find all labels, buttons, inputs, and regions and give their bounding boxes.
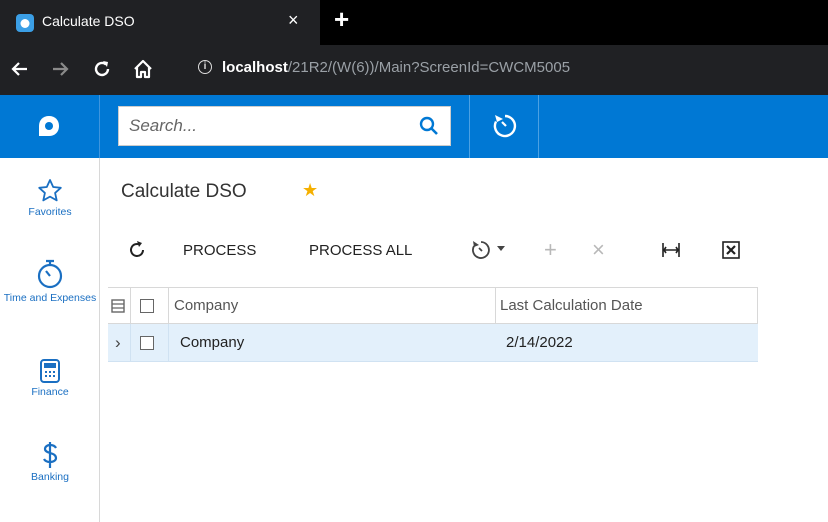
search-input[interactable] bbox=[129, 116, 409, 136]
header-divider bbox=[538, 95, 539, 158]
sidebar-item-label: Favorites bbox=[28, 206, 72, 218]
home-icon[interactable] bbox=[132, 58, 154, 80]
new-tab-icon[interactable]: + bbox=[334, 4, 349, 35]
column-separator bbox=[168, 288, 169, 323]
cell-company[interactable]: Company bbox=[180, 324, 244, 361]
app-logo-area[interactable] bbox=[0, 95, 100, 158]
close-tab-icon[interactable]: × bbox=[288, 10, 299, 31]
column-separator bbox=[168, 324, 169, 361]
browser-tab-strip: Calculate DSO × + bbox=[0, 0, 828, 45]
search-box[interactable] bbox=[118, 106, 451, 146]
process-button[interactable]: PROCESS bbox=[183, 230, 256, 270]
column-separator bbox=[130, 324, 131, 361]
sidebar-item-finance[interactable]: Finance bbox=[0, 358, 100, 398]
app-header bbox=[0, 95, 828, 158]
reload-icon[interactable] bbox=[92, 59, 112, 79]
checkbox-box bbox=[140, 298, 154, 313]
sidebar-item-banking[interactable]: Banking bbox=[0, 441, 100, 483]
sidebar-item-favorites[interactable]: Favorites bbox=[0, 178, 100, 218]
column-separator bbox=[495, 288, 496, 323]
select-all-checkbox[interactable] bbox=[140, 288, 154, 323]
page-title: Calculate DSO bbox=[121, 181, 247, 202]
chevron-down-icon[interactable] bbox=[496, 245, 506, 253]
grid-header-row: Company Last Calculation Date bbox=[108, 287, 758, 324]
forward-arrow-icon[interactable] bbox=[50, 59, 70, 79]
address-bar[interactable]: localhost/21R2/(W(6))/Main?ScreenId=CWCM… bbox=[222, 59, 570, 76]
tab-title: Calculate DSO bbox=[42, 13, 135, 29]
column-separator bbox=[757, 288, 758, 323]
site-info-icon[interactable]: i bbox=[198, 60, 212, 74]
search-icon[interactable] bbox=[418, 115, 440, 137]
delete-row-icon[interactable]: × bbox=[592, 230, 605, 270]
header-divider bbox=[469, 95, 470, 158]
fit-columns-icon[interactable] bbox=[661, 240, 681, 260]
cell-last-calculation-date[interactable]: 2/14/2022 bbox=[506, 324, 573, 361]
stopwatch-icon bbox=[37, 259, 63, 289]
star-outline-icon bbox=[38, 179, 62, 202]
back-arrow-icon[interactable] bbox=[10, 59, 30, 79]
add-row-icon[interactable]: + bbox=[544, 230, 557, 270]
expand-row-icon[interactable]: › bbox=[115, 324, 121, 361]
acumatica-favicon-icon bbox=[16, 14, 34, 32]
process-all-button[interactable]: PROCESS ALL bbox=[309, 230, 412, 270]
table-row[interactable]: › Company 2/14/2022 bbox=[108, 324, 758, 362]
dollar-icon bbox=[43, 442, 58, 468]
sidebar-item-time-and-expenses[interactable]: Time and Expenses bbox=[0, 258, 100, 304]
column-config-icon[interactable] bbox=[111, 299, 125, 313]
acumatica-logo-icon bbox=[39, 116, 59, 136]
schedule-icon[interactable] bbox=[470, 239, 492, 261]
refresh-icon[interactable] bbox=[126, 239, 148, 261]
export-excel-icon[interactable] bbox=[721, 240, 741, 260]
column-header-company[interactable]: Company bbox=[174, 288, 238, 323]
data-grid: Company Last Calculation Date › Company … bbox=[108, 287, 758, 362]
url-host: localhost bbox=[222, 59, 288, 76]
column-header-last-calculation-date[interactable]: Last Calculation Date bbox=[500, 288, 643, 323]
recent-history-icon[interactable] bbox=[490, 111, 520, 141]
checkbox-box bbox=[140, 335, 154, 350]
favorite-star-icon[interactable]: ★ bbox=[302, 180, 318, 201]
browser-tab[interactable]: Calculate DSO × bbox=[0, 0, 320, 45]
sidebar-item-label: Banking bbox=[31, 471, 69, 483]
sidebar: Favorites Time and Expenses Finance Bank… bbox=[0, 158, 100, 522]
url-path: /21R2/(W(6))/Main?ScreenId=CWCM5005 bbox=[287, 59, 571, 76]
row-checkbox[interactable] bbox=[140, 324, 154, 361]
sidebar-item-label: Time and Expenses bbox=[3, 292, 97, 304]
toolbar: PROCESS PROCESS ALL + × bbox=[108, 230, 808, 270]
sidebar-item-label: Finance bbox=[31, 386, 69, 398]
column-separator bbox=[130, 288, 131, 323]
calculator-icon bbox=[40, 359, 60, 383]
